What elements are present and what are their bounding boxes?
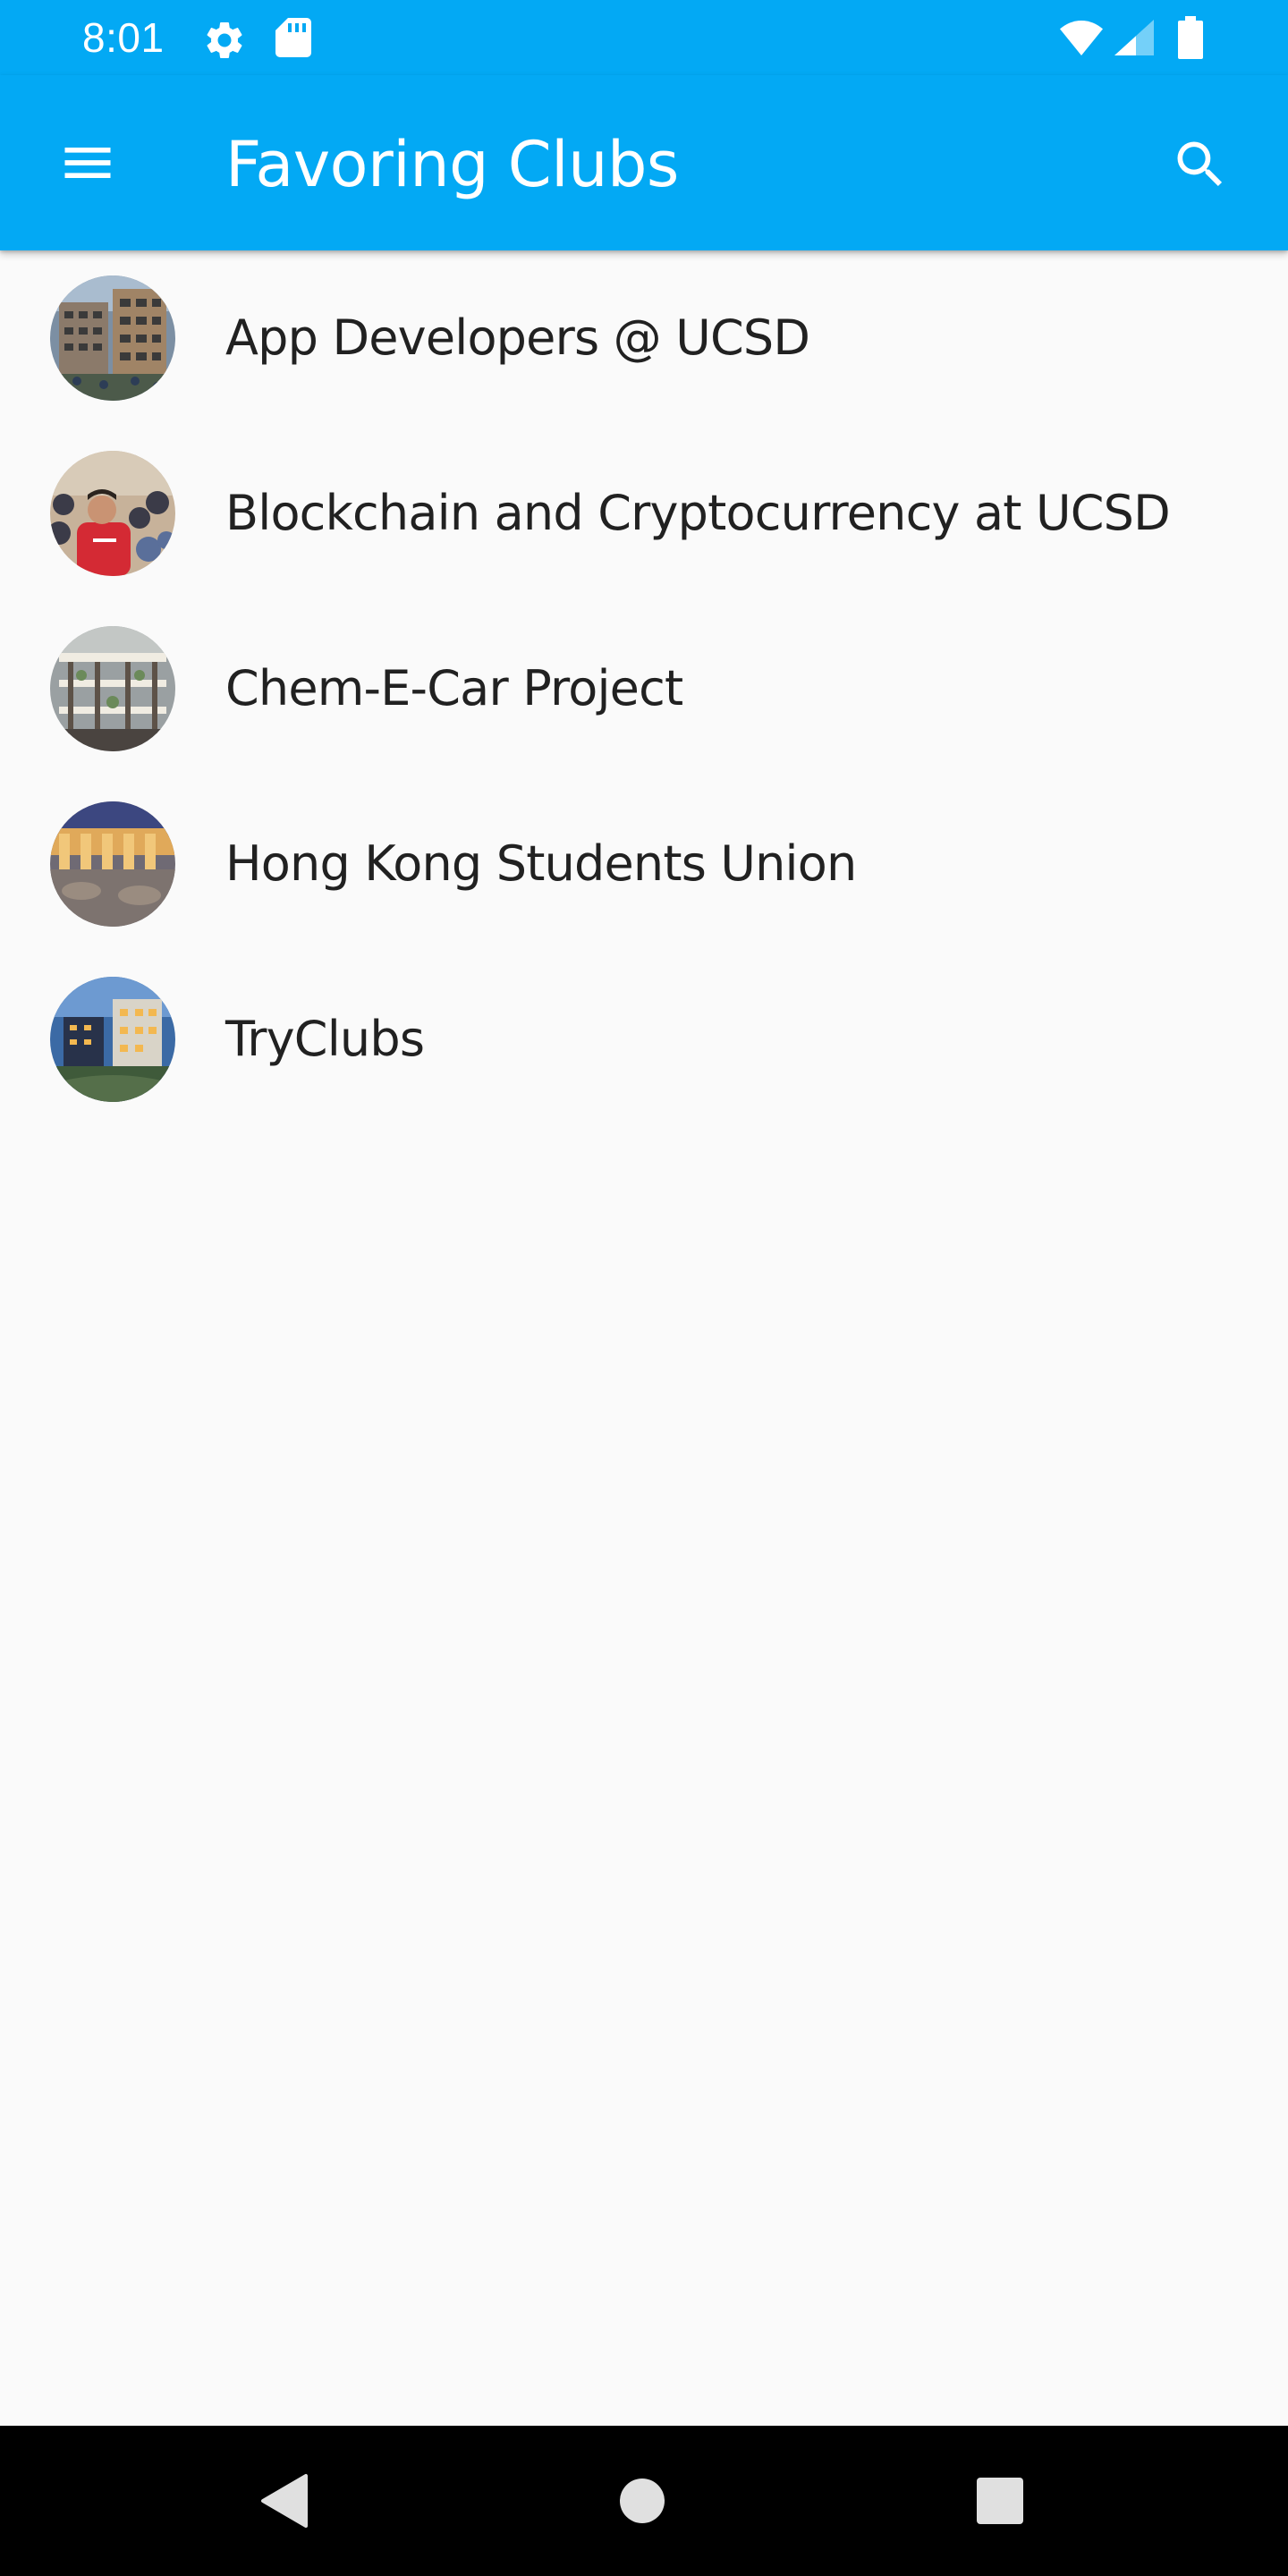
list-item[interactable]: App Developers @ UCSD — [0, 250, 1288, 426]
sd-card-icon — [275, 18, 311, 57]
club-list: App Developers @ UCSD Blockchain and Cry… — [0, 250, 1288, 1127]
campus-night-photo-icon — [50, 977, 175, 1102]
club-avatar — [50, 977, 175, 1102]
interior-photo-icon — [50, 626, 175, 751]
gear-icon — [207, 21, 242, 59]
hamburger-menu-icon — [64, 148, 111, 178]
hall-photo-icon — [50, 801, 175, 927]
search-icon — [1177, 141, 1223, 187]
list-item[interactable]: Chem-E-Car Project — [0, 601, 1288, 776]
list-item[interactable]: Blockchain and Cryptocurrency at UCSD — [0, 426, 1288, 601]
back-button[interactable] — [240, 2456, 329, 2546]
wifi-icon — [1060, 21, 1103, 55]
cell-signal-icon — [1114, 20, 1154, 55]
club-name: TryClubs — [225, 1011, 425, 1067]
club-avatar — [50, 451, 175, 576]
recents-square-icon — [977, 2478, 1023, 2524]
home-button[interactable] — [597, 2456, 687, 2546]
club-avatar — [50, 626, 175, 751]
club-name: Chem-E-Car Project — [225, 660, 683, 716]
club-avatar — [50, 275, 175, 401]
club-name: App Developers @ UCSD — [225, 309, 810, 366]
back-triangle-icon — [261, 2474, 308, 2528]
list-item[interactable]: Hong Kong Students Union — [0, 776, 1288, 952]
search-button[interactable] — [1150, 114, 1247, 211]
club-name: Blockchain and Cryptocurrency at UCSD — [225, 485, 1171, 541]
home-circle-icon — [620, 2479, 665, 2523]
menu-button[interactable] — [39, 114, 136, 211]
status-bar: 8:01 — [0, 0, 1288, 75]
list-item[interactable]: TryClubs — [0, 952, 1288, 1127]
building-photo-icon — [50, 275, 175, 401]
crowd-photo-icon — [50, 451, 175, 576]
club-name: Hong Kong Students Union — [225, 835, 857, 892]
page-title: Favoring Clubs — [225, 128, 679, 201]
battery-icon — [1178, 16, 1203, 59]
status-time: 8:01 — [82, 14, 165, 61]
club-avatar — [50, 801, 175, 927]
app-bar: Favoring Clubs — [0, 75, 1288, 250]
recents-button[interactable] — [955, 2456, 1045, 2546]
navigation-bar — [0, 2426, 1288, 2576]
